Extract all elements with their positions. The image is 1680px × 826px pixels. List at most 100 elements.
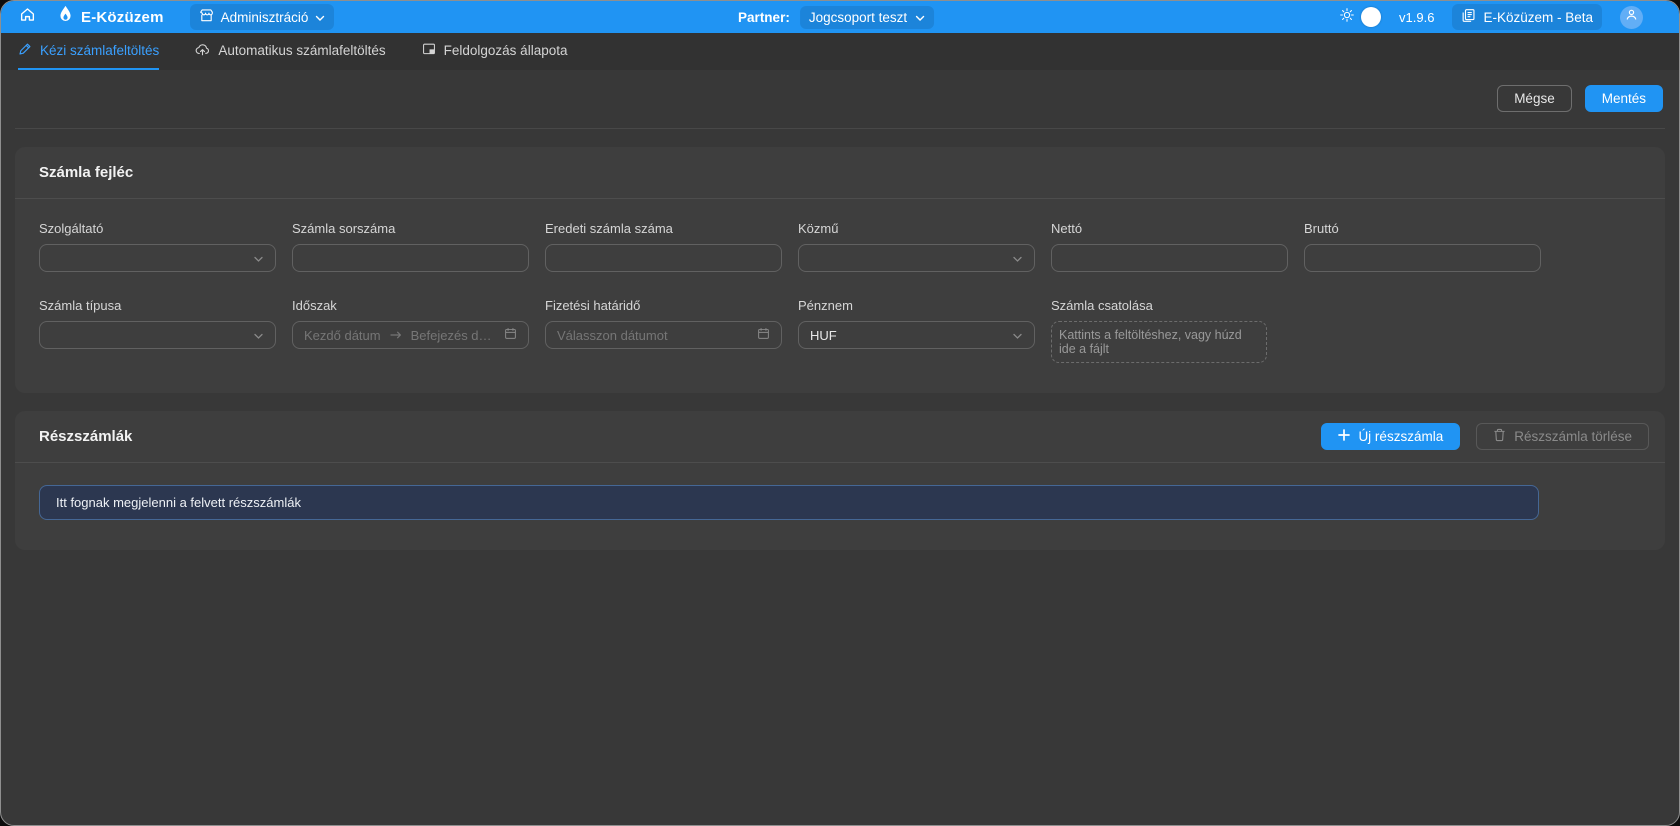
field-provider: Szolgáltató — [39, 221, 276, 272]
add-subinvoice-label: Új részszámla — [1358, 429, 1443, 444]
partner-label: Partner: — [738, 10, 790, 25]
water-drop-icon — [57, 5, 74, 29]
invoice-header-form: Szolgáltató Számla sorszáma Ere — [15, 199, 1665, 393]
period-range-picker[interactable]: Kezdő dátum Befejezés dátu... — [292, 321, 529, 349]
invoice-type-select[interactable] — [39, 321, 276, 349]
field-currency: Pénznem HUF — [798, 298, 1035, 363]
chevron-down-icon — [315, 10, 325, 25]
header-right: v1.9.6 E-Közüzem - Beta — [1340, 4, 1643, 30]
tab-processing-status[interactable]: Feldolgozás állapota — [422, 33, 568, 70]
utility-select[interactable] — [798, 244, 1035, 272]
field-original-invoice-number: Eredeti számla száma — [545, 221, 782, 272]
field-net: Nettó — [1051, 221, 1288, 272]
subinvoices-empty-alert: Itt fognak megjelenni a felvett részszám… — [39, 485, 1539, 520]
invoice-type-label: Számla típusa — [39, 298, 276, 313]
cloud-upload-icon — [195, 42, 210, 60]
gross-label: Bruttó — [1304, 221, 1541, 236]
attachment-placeholder: Kattints a feltöltéshez, vagy húzd ide a… — [1059, 328, 1259, 356]
range-arrow-icon — [390, 328, 402, 343]
tab-automatic-invoice-upload[interactable]: Automatikus számlafeltöltés — [195, 33, 385, 70]
app-window: E-Közüzem Adminisztráció Partner: Jogcso… — [0, 0, 1680, 826]
attachment-label: Számla csatolása — [1051, 298, 1288, 313]
home-button[interactable] — [15, 5, 39, 29]
period-end-placeholder: Befejezés dátu... — [411, 328, 495, 343]
chevron-down-icon — [253, 251, 264, 266]
chevron-down-icon — [1012, 251, 1023, 266]
subinvoices-card: Részszámlák Új részszámla Részszámla tör… — [15, 411, 1665, 550]
invoice-number-input[interactable] — [304, 251, 517, 266]
due-date-placeholder: Válasszon dátumot — [557, 328, 668, 343]
tab-manual-invoice-upload[interactable]: Kézi számlafeltöltés — [18, 33, 159, 70]
invoice-number-field — [292, 244, 529, 272]
documents-icon — [1461, 8, 1476, 26]
chevron-down-icon — [915, 10, 925, 25]
version-label: v1.9.6 — [1399, 10, 1434, 25]
brand: E-Közüzem — [57, 5, 164, 29]
invoice-header-card: Számla fejléc Szolgáltató Számla sorszám… — [15, 147, 1665, 393]
tab-label: Kézi számlafeltöltés — [40, 43, 159, 58]
partner-selector: Partner: Jogcsoport teszt — [738, 6, 934, 29]
period-start-placeholder: Kezdő dátum — [304, 328, 381, 343]
field-invoice-number: Számla sorszáma — [292, 221, 529, 272]
partner-value: Jogcsoport teszt — [809, 10, 907, 25]
home-icon — [19, 6, 36, 28]
subinvoices-card-header: Részszámlák Új részszámla Részszámla tör… — [15, 411, 1665, 463]
net-input[interactable] — [1063, 251, 1276, 266]
currency-select[interactable]: HUF — [798, 321, 1035, 349]
period-label: Időszak — [292, 298, 529, 313]
brand-name: E-Közüzem — [81, 9, 164, 26]
field-utility: Közmű — [798, 221, 1035, 272]
environment-switcher[interactable]: E-Közüzem - Beta — [1452, 4, 1602, 30]
page-content: Mégse Mentés Számla fejléc Szolgáltató S — [1, 70, 1679, 550]
calendar-icon — [504, 327, 517, 343]
theme-toggle-knob[interactable] — [1361, 7, 1381, 27]
environment-label: E-Közüzem - Beta — [1483, 10, 1593, 25]
theme-toggle[interactable] — [1340, 7, 1381, 27]
gross-input[interactable] — [1316, 251, 1529, 266]
trash-icon — [1493, 428, 1506, 445]
tab-label: Feldolgozás állapota — [444, 43, 568, 58]
due-date-label: Fizetési határidő — [545, 298, 782, 313]
calendar-icon — [757, 327, 770, 343]
sun-icon — [1340, 8, 1354, 27]
plus-icon — [1338, 429, 1350, 444]
delete-subinvoice-button[interactable]: Részszámla törlése — [1476, 423, 1649, 450]
gross-field — [1304, 244, 1541, 272]
add-subinvoice-button[interactable]: Új részszámla — [1321, 423, 1460, 450]
form-actions: Mégse Mentés — [15, 70, 1665, 129]
provider-select[interactable] — [39, 244, 276, 272]
administration-icon — [199, 8, 214, 26]
save-button[interactable]: Mentés — [1585, 85, 1663, 112]
due-date-picker[interactable]: Válasszon dátumot — [545, 321, 782, 349]
net-label: Nettó — [1051, 221, 1288, 236]
provider-label: Szolgáltató — [39, 221, 276, 236]
subinvoices-actions: Új részszámla Részszámla törlése — [1321, 423, 1649, 450]
subinvoices-card-title: Részszámlák — [39, 428, 132, 445]
administration-label: Adminisztráció — [221, 10, 309, 25]
field-due-date: Fizetési határidő Válasszon dátumot — [545, 298, 782, 363]
menu-item-administration[interactable]: Adminisztráció — [190, 4, 335, 30]
processing-status-icon — [422, 42, 436, 59]
currency-label: Pénznem — [798, 298, 1035, 313]
original-invoice-number-label: Eredeti számla száma — [545, 221, 782, 236]
user-avatar[interactable] — [1620, 6, 1643, 29]
app-header: E-Közüzem Adminisztráció Partner: Jogcso… — [1, 1, 1679, 33]
field-gross: Bruttó — [1304, 221, 1541, 272]
original-invoice-number-field — [545, 244, 782, 272]
partner-dropdown[interactable]: Jogcsoport teszt — [800, 6, 934, 29]
tab-bar: Kézi számlafeltöltés Automatikus számlaf… — [1, 33, 1679, 70]
original-invoice-number-input[interactable] — [557, 251, 770, 266]
pen-icon — [18, 42, 32, 59]
field-period: Időszak Kezdő dátum Befejezés dátu... — [292, 298, 529, 363]
utility-label: Közmű — [798, 221, 1035, 236]
field-attachment: Számla csatolása Kattints a feltöltéshez… — [1051, 298, 1288, 363]
user-icon — [1625, 8, 1638, 26]
net-field — [1051, 244, 1288, 272]
header-left: E-Közüzem Adminisztráció — [15, 4, 334, 30]
currency-select-value: HUF — [810, 328, 837, 343]
tab-label: Automatikus számlafeltöltés — [218, 43, 385, 58]
cancel-button[interactable]: Mégse — [1497, 85, 1572, 112]
field-invoice-type: Számla típusa — [39, 298, 276, 363]
invoice-header-card-title: Számla fejléc — [15, 147, 1665, 199]
attachment-dropzone[interactable]: Kattints a feltöltéshez, vagy húzd ide a… — [1051, 321, 1267, 363]
